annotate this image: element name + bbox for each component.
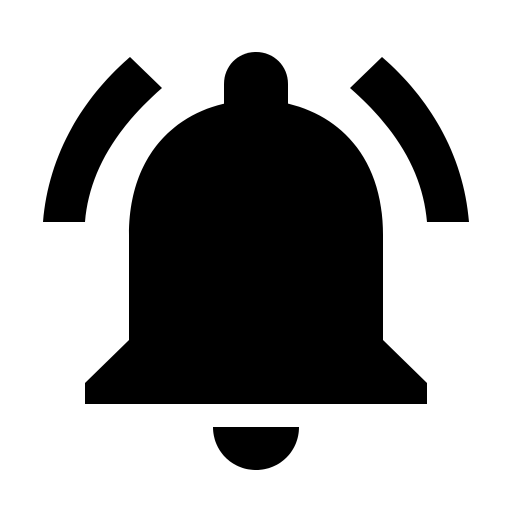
bell-ringing-icon [43,52,469,470]
bell-knob-icon [224,52,288,106]
notification-bell [0,0,512,512]
bell-body-icon [85,100,427,404]
bell-clapper-icon [213,427,299,470]
